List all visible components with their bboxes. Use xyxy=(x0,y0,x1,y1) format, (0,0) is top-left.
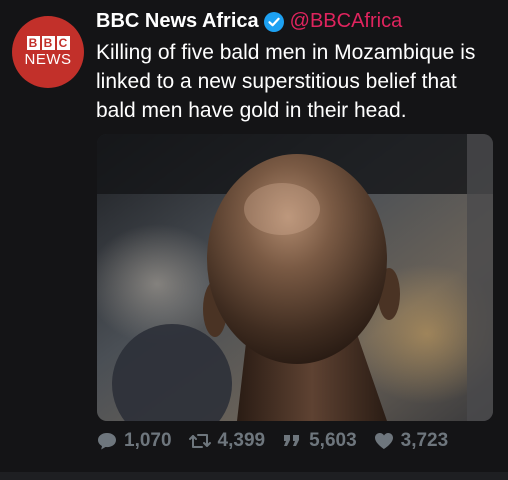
reply-icon xyxy=(98,433,116,450)
tweet-header: BBC News Africa @BBCAfrica xyxy=(96,10,402,33)
avatar[interactable]: B B C NEWS xyxy=(12,16,84,88)
quote-icon xyxy=(284,435,300,446)
like-count: 3,723 xyxy=(400,430,449,451)
bbc-block-b1: B xyxy=(26,36,40,50)
verified-badge-icon xyxy=(263,11,284,32)
like-button[interactable]: 3,723 xyxy=(373,430,449,452)
bbc-block-b2: B xyxy=(41,36,55,50)
bald-head-photo xyxy=(97,134,493,421)
bottom-divider xyxy=(0,472,508,480)
like-icon xyxy=(374,433,393,449)
quote-button[interactable]: 5,603 xyxy=(281,430,357,452)
user-handle[interactable]: @BBCAfrica xyxy=(290,10,403,33)
tweet-actions: 1,070 4,399 5,603 3,723 xyxy=(96,430,464,452)
bbc-block-c: C xyxy=(56,36,70,50)
reply-count: 1,070 xyxy=(124,430,172,451)
tweet-media-image[interactable] xyxy=(97,134,493,421)
tweet-text: Killing of five bald men in Mozambique i… xyxy=(96,41,476,122)
quote-count: 5,603 xyxy=(309,430,357,451)
tweet-card[interactable]: B B C NEWS BBC News Africa @BBCAfrica Ki… xyxy=(0,0,508,480)
retweet-count: 4,399 xyxy=(217,430,266,451)
bbc-logo-blocks: B B C xyxy=(26,36,70,50)
display-name[interactable]: BBC News Africa xyxy=(96,10,259,33)
avatar-news-label: NEWS xyxy=(24,51,72,68)
retweet-icon xyxy=(188,434,211,448)
retweet-button[interactable]: 4,399 xyxy=(188,430,266,452)
reply-button[interactable]: 1,070 xyxy=(96,430,172,452)
